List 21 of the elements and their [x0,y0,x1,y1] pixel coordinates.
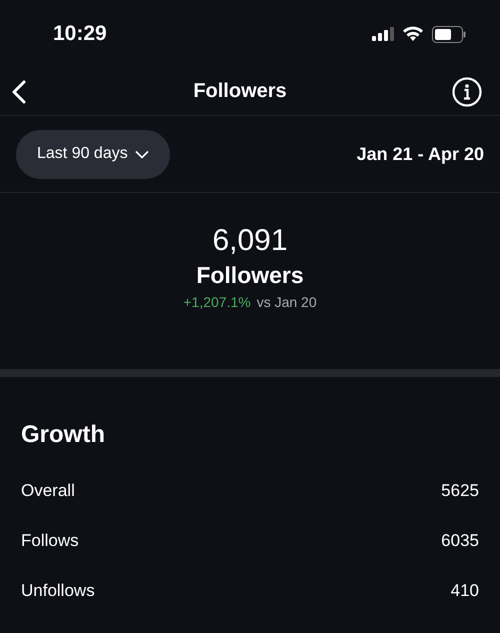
row-value: 5625 [441,481,479,501]
change-percent: +1,207.1% [183,294,251,310]
chevron-down-icon [134,150,149,158]
wifi-icon [402,26,424,42]
comparison-text: vs Jan 20 [256,294,317,310]
page-title: Followers [193,80,287,103]
follower-label: Followers [196,261,304,290]
section-heading: Growth [21,421,106,449]
date-range: Jan 21 - Apr 20 [356,144,484,164]
status-time: 10:29 [53,22,107,46]
date-range-dropdown[interactable]: Last 90 days [16,130,170,178]
info-button[interactable] [452,76,482,106]
row-label: Unfollows [21,581,95,601]
battery-icon [432,26,466,42]
row-value: 410 [450,581,479,601]
follower-count: 6,091 [212,223,288,259]
row-value: 6035 [441,531,479,551]
row-label: Follows [21,531,79,551]
signal-icon [372,27,394,41]
back-button[interactable] [10,78,28,104]
row-label: Overall [21,481,75,501]
